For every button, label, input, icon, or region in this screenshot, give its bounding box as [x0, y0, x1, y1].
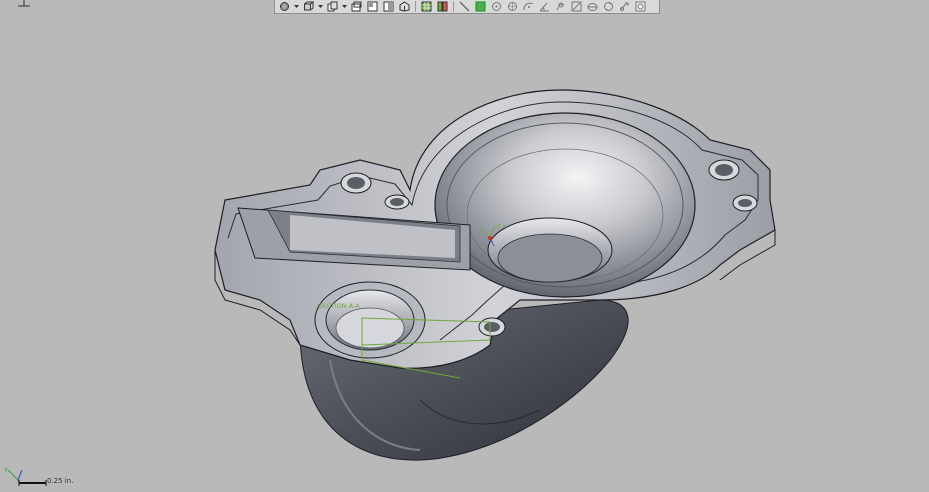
graphics-viewport[interactable]: SECTION A-A Z X Y 0.25 in.	[0, 0, 929, 488]
angle-measure-icon[interactable]	[537, 0, 552, 13]
mass-properties-icon[interactable]	[585, 0, 600, 13]
part-model[interactable]	[0, 0, 929, 488]
scale-bar	[18, 480, 47, 486]
rotate-view-icon[interactable]	[601, 0, 616, 13]
standard-views-icon[interactable]	[325, 0, 340, 13]
view-toolbar	[274, 0, 660, 14]
section-split-icon[interactable]	[435, 0, 450, 13]
coordinate-label: Z X	[497, 224, 507, 230]
distance-measure-icon[interactable]	[569, 0, 584, 13]
settings-icon[interactable]	[633, 0, 648, 13]
dropdown-arrow-icon[interactable]	[317, 0, 324, 13]
front-view-icon[interactable]	[349, 0, 364, 13]
point-snap-icon[interactable]	[489, 0, 504, 13]
isometric-view-icon[interactable]	[397, 0, 412, 13]
toolbar-separator	[415, 1, 416, 12]
plane-select-icon[interactable]	[473, 0, 488, 13]
arc-snap-icon[interactable]	[521, 0, 536, 13]
section-label: SECTION A-A	[318, 302, 360, 310]
dropdown-arrow-icon[interactable]	[293, 0, 300, 13]
display-style-icon[interactable]	[301, 0, 316, 13]
circle-snap-icon[interactable]	[505, 0, 520, 13]
sketch-line-icon[interactable]	[457, 0, 472, 13]
top-view-icon[interactable]	[365, 0, 380, 13]
origin-glyph	[18, 0, 30, 7]
toolbar-separator	[453, 1, 454, 12]
view-orientation-icon[interactable]	[277, 0, 292, 13]
section-view-icon[interactable]	[419, 0, 434, 13]
right-view-icon[interactable]	[381, 0, 396, 13]
edge-measure-icon[interactable]	[553, 0, 568, 13]
dropdown-arrow-icon[interactable]	[341, 0, 348, 13]
triad-y-label: Y	[4, 467, 8, 474]
link-icon[interactable]	[617, 0, 632, 13]
scale-label: 0.25 in.	[47, 477, 74, 485]
